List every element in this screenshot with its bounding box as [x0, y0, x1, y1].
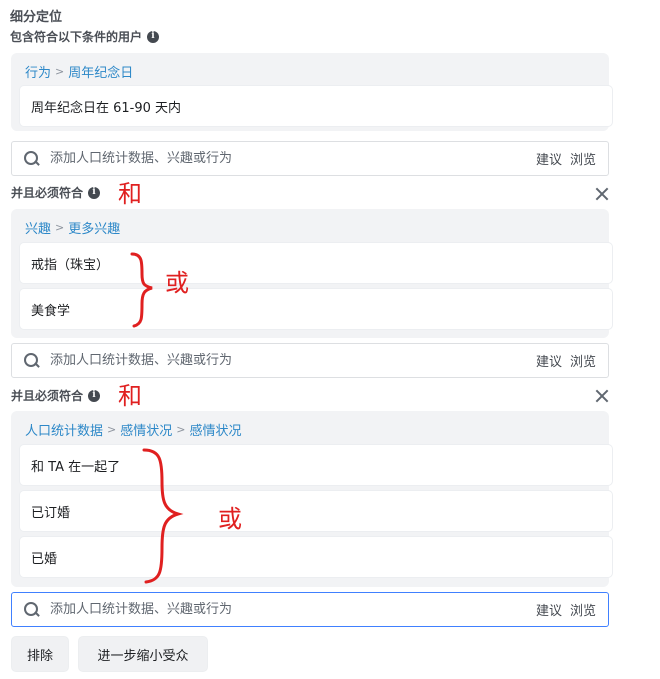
and-label: 并且必须符合 i: [11, 184, 101, 201]
close-icon[interactable]: [593, 185, 611, 203]
breadcrumb-link[interactable]: 周年纪念日: [68, 62, 133, 81]
search-input[interactable]: [50, 353, 536, 368]
section-subtitle-text: 包含符合以下条件的用户: [10, 30, 143, 44]
search-icon: [23, 601, 41, 619]
chevron-right-icon: >: [176, 423, 186, 436]
search-icon: [23, 150, 41, 168]
close-icon[interactable]: [593, 387, 611, 405]
or-brace-drawing: [130, 252, 153, 328]
browse-link[interactable]: 浏览: [570, 351, 596, 370]
info-icon[interactable]: i: [147, 30, 160, 43]
and-annotation: 和: [118, 382, 142, 410]
section-title: 细分定位: [10, 10, 63, 25]
targeting-item[interactable]: 美食学: [20, 289, 612, 329]
info-icon[interactable]: i: [88, 186, 101, 199]
suggest-link[interactable]: 建议: [536, 149, 562, 168]
search-icon: [23, 352, 41, 370]
targeting-item[interactable]: 周年纪念日在 61-90 天内: [20, 86, 612, 126]
search-bar: 建议 浏览: [11, 592, 609, 627]
and-label-text: 并且必须符合: [11, 389, 84, 403]
chevron-right-icon: >: [107, 423, 117, 436]
targeting-group-2: 兴趣 > 更多兴趣 戒指（珠宝） 美食学: [11, 209, 612, 338]
targeting-item[interactable]: 已婚: [20, 537, 612, 577]
or-annotation: 或: [218, 505, 242, 533]
and-label-text: 并且必须符合: [11, 186, 84, 200]
or-annotation: 或: [165, 269, 189, 297]
breadcrumb-link[interactable]: 感情状况: [120, 420, 172, 439]
breadcrumb-link[interactable]: 更多兴趣: [68, 218, 120, 237]
targeting-item[interactable]: 已订婚: [20, 491, 612, 531]
section-subtitle: 包含符合以下条件的用户 i: [10, 28, 160, 45]
breadcrumb: 行为 > 周年纪念日: [25, 62, 133, 81]
suggest-link[interactable]: 建议: [536, 351, 562, 370]
search-bar: 建议 浏览: [11, 141, 609, 176]
breadcrumb-link[interactable]: 感情状况: [189, 420, 241, 439]
and-annotation: 和: [118, 180, 142, 208]
suggest-link[interactable]: 建议: [536, 600, 562, 619]
narrow-audience-button[interactable]: 进一步缩小受众: [78, 636, 208, 672]
breadcrumb: 兴趣 > 更多兴趣: [25, 218, 120, 237]
or-brace-drawing: [142, 448, 184, 584]
breadcrumb-link[interactable]: 行为: [25, 62, 51, 81]
browse-link[interactable]: 浏览: [570, 149, 596, 168]
browse-link[interactable]: 浏览: [570, 600, 596, 619]
targeting-group-1: 行为 > 周年纪念日 周年纪念日在 61-90 天内: [11, 53, 612, 131]
breadcrumb-link[interactable]: 兴趣: [25, 218, 51, 237]
breadcrumb-link[interactable]: 人口统计数据: [25, 420, 103, 439]
search-input[interactable]: [50, 151, 536, 166]
targeting-group-3: 人口统计数据 > 感情状况 > 感情状况 和 TA 在一起了 已订婚 已婚: [11, 411, 612, 587]
search-input[interactable]: [50, 602, 536, 617]
search-bar: 建议 浏览: [11, 343, 609, 378]
breadcrumb: 人口统计数据 > 感情状况 > 感情状况: [25, 420, 241, 439]
chevron-right-icon: >: [55, 221, 65, 234]
exclude-button[interactable]: 排除: [11, 636, 69, 672]
chevron-right-icon: >: [55, 65, 65, 78]
info-icon[interactable]: i: [88, 389, 101, 402]
targeting-item[interactable]: 戒指（珠宝）: [20, 243, 612, 283]
and-label: 并且必须符合 i: [11, 387, 101, 404]
targeting-item[interactable]: 和 TA 在一起了: [20, 445, 612, 485]
